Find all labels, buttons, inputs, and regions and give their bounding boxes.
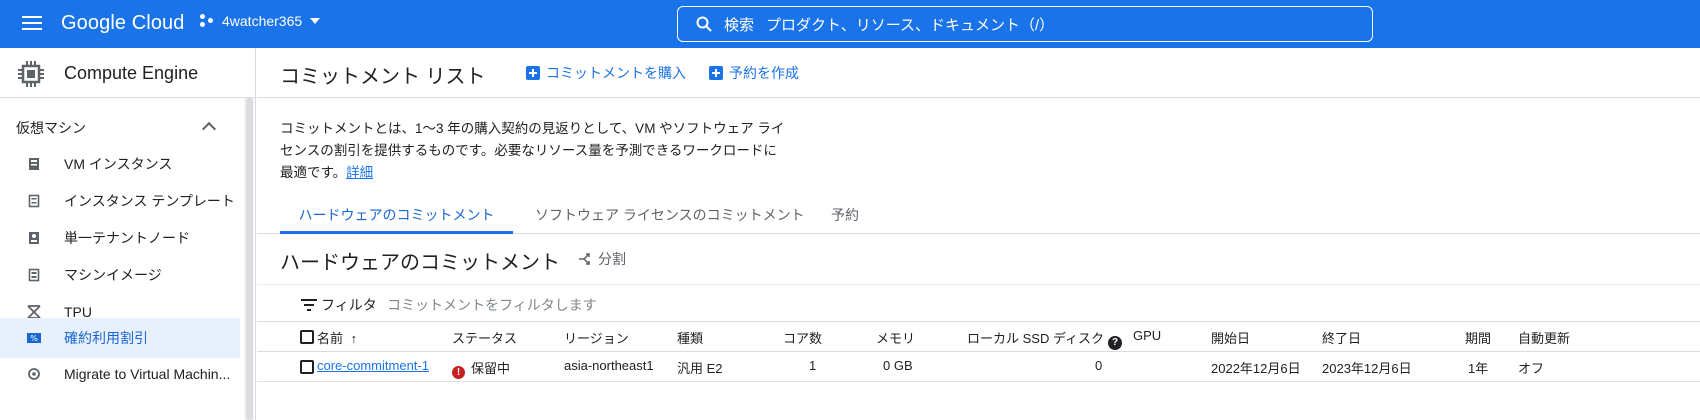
column-header-start-date: 開始日 [1211, 331, 1251, 346]
column-header-cores: コア数 [783, 331, 823, 346]
create-reservation-button[interactable]: 予約を作成 [709, 63, 799, 83]
filter-input[interactable]: コミットメントをフィルタします [387, 295, 597, 315]
sidebar-item-sole-tenant-nodes[interactable]: 単一テナントノード [0, 218, 240, 258]
compute-engine-icon [18, 61, 44, 87]
type-cell: 汎用 E2 [677, 361, 723, 376]
learn-more-link[interactable]: 詳細 [346, 165, 373, 180]
column-header-name[interactable]: 名前 ↑ [317, 328, 357, 347]
region-cell: asia-northeast1 [564, 358, 654, 373]
sidebar-item-machine-images[interactable]: マシンイメージ [0, 255, 240, 295]
column-header-gpu: GPU [1133, 328, 1162, 343]
filter-label: フィルタ [321, 297, 377, 313]
sidebar-item-label: 単一テナントノード [64, 230, 190, 246]
column-header-region: リージョン [564, 331, 629, 346]
status-cell: ! 保留中 [452, 358, 510, 379]
project-name: 4watcher365 [222, 13, 303, 29]
error-icon: ! [452, 366, 465, 379]
column-header-local-ssd: ローカル SSD ディスク? [967, 328, 1123, 350]
google-cloud-logo[interactable]: Google Cloud [61, 12, 185, 35]
sidebar-item-label: インスタンス テンプレート [64, 193, 235, 209]
vm-icon [29, 158, 39, 170]
search-label: 検索 [724, 16, 755, 34]
sort-ascending-icon: ↑ [350, 331, 358, 346]
column-header-status: ステータス [452, 331, 518, 346]
top-app-bar: Google Cloud 4watcher365 検索 プロダクト、リソース、ド… [0, 0, 1700, 48]
search-bar[interactable]: 検索 プロダクト、リソース、ドキュメント（/） [677, 6, 1373, 42]
column-header-memory: メモリ [876, 331, 916, 346]
column-header-auto-renew: 自動更新 [1518, 331, 1571, 346]
section-title: ハードウェアのコミットメント [280, 252, 560, 274]
menu-icon[interactable] [22, 16, 42, 30]
sidebar-item-vm-instances[interactable]: VM インスタンス [0, 144, 240, 184]
start-date-cell: 2022年12月6日 [1211, 361, 1301, 376]
node-icon [29, 232, 39, 244]
product-header: Compute Engine [0, 48, 256, 98]
row-checkbox[interactable] [300, 360, 314, 374]
end-date-cell: 2023年12月6日 [1322, 361, 1412, 376]
percent-icon: % [27, 333, 41, 343]
column-header-term: 期間 [1465, 331, 1492, 346]
ssd-cell: 0 [1095, 358, 1103, 373]
column-header-end-date: 終了日 [1322, 331, 1362, 346]
sidebar-item-migrate[interactable]: Migrate to Virtual Machin... [0, 354, 240, 394]
sidebar-item-instance-templates[interactable]: インスタンス テンプレート [0, 181, 240, 221]
add-box-icon [526, 66, 540, 80]
search-icon [696, 16, 712, 32]
add-box-icon [709, 66, 723, 80]
filter-icon[interactable] [301, 299, 317, 311]
split-label: 分割 [598, 251, 626, 267]
sidebar-item-label: VM インスタンス [64, 156, 173, 172]
page-header: コミットメント リスト コミットメントを購入 予約を作成 [257, 48, 1700, 98]
term-cell: 1年 [1468, 361, 1489, 376]
buy-commitment-button[interactable]: コミットメントを購入 [526, 63, 686, 83]
product-title: Compute Engine [64, 63, 199, 83]
chevron-down-icon [310, 18, 321, 24]
project-selector[interactable]: 4watcher365 [200, 13, 321, 29]
search-placeholder: プロダクト、リソース、ドキュメント（/） [766, 16, 1055, 34]
memory-cell: 0 GB [883, 358, 913, 373]
page-title: コミットメント リスト [280, 66, 486, 88]
buy-commitment-label: コミットメントを購入 [546, 65, 686, 81]
tab-software-license-commitments[interactable]: ソフトウェア ライセンスのコミットメント [535, 205, 805, 225]
commitment-tabs: ハードウェアのコミットメント ソフトウェア ライセンスのコミットメント 予約 [257, 196, 1700, 234]
sidebar-item-label: 確約利用割引 [64, 330, 148, 346]
split-icon [579, 253, 590, 265]
table-header-row: 名前 ↑ ステータス リージョン 種類 コア数 メモリ ローカル SSD ディス… [257, 322, 1700, 352]
svg-text:%: % [30, 334, 38, 343]
sidebar-item-label: マシンイメージ [64, 267, 162, 283]
select-all-checkbox[interactable] [300, 330, 314, 344]
commitment-name-link[interactable]: core-commitment-1 [317, 358, 429, 373]
image-icon [28, 268, 40, 282]
active-tab-indicator [280, 231, 513, 234]
migrate-icon [28, 368, 40, 380]
tab-hardware-commitments[interactable]: ハードウェアのコミットメント [280, 205, 513, 225]
tpu-icon [27, 305, 41, 319]
tab-reservations[interactable]: 予約 [831, 205, 859, 225]
sidebar-item-label: Migrate to Virtual Machin... [64, 366, 231, 382]
column-header-type: 種類 [677, 331, 704, 346]
commitment-description: コミットメントとは、1〜3 年の購入契約の見返りとして、VM やソフトウェア ラ… [280, 118, 790, 184]
chevron-up-icon[interactable] [201, 121, 217, 137]
nav-section-vm[interactable]: 仮想マシン [16, 118, 86, 138]
auto-renew-cell: オフ [1518, 361, 1545, 376]
sidebar-scrollbar-thumb[interactable] [246, 98, 253, 420]
filter-bar: フィルタ コミットメントをフィルタします [257, 284, 1700, 322]
split-button[interactable]: 分割 [578, 249, 626, 269]
left-navigation: Compute Engine 仮想マシン VM インスタンス インスタンス テン… [0, 48, 256, 420]
project-icon [200, 14, 214, 28]
help-icon[interactable]: ? [1108, 336, 1123, 350]
cores-cell: 1 [809, 358, 817, 373]
sidebar-item-committed-use-discounts[interactable]: % 確約利用割引 [0, 318, 240, 358]
create-reservation-label: 予約を作成 [729, 65, 799, 81]
template-icon [28, 194, 40, 208]
table-row: core-commitment-1 ! 保留中 asia-northeast1 汎… [257, 352, 1700, 382]
